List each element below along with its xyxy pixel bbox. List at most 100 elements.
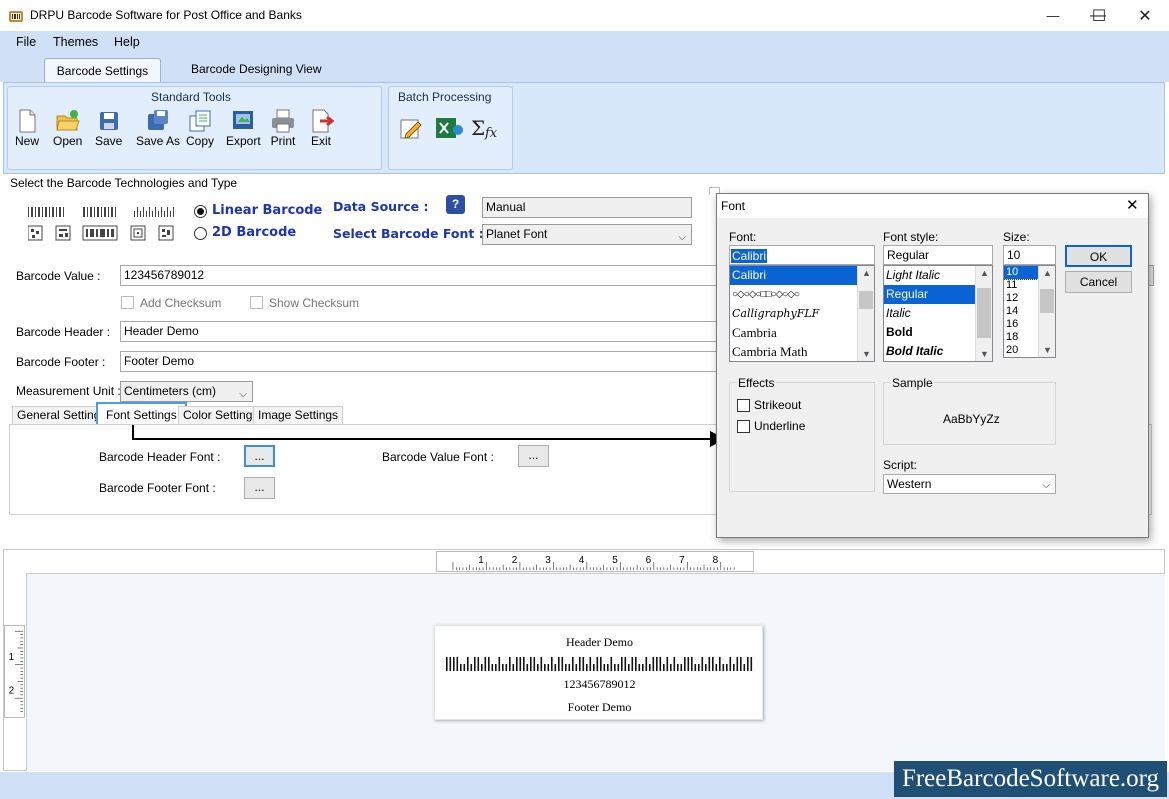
script-label: Script:: [883, 458, 918, 472]
watermark-banner: FreeBarcodeSoftware.org: [894, 761, 1167, 797]
exit-icon: [312, 109, 334, 133]
2d-barcode-radio[interactable]: [194, 227, 207, 240]
ruler-tick-label: 3: [545, 555, 551, 566]
strikeout-checkbox[interactable]: [737, 399, 750, 412]
copy-icon: [189, 110, 211, 132]
list-item[interactable]: 10: [1004, 266, 1039, 280]
measurement-unit-value: Centimeters (cm): [124, 384, 217, 398]
copy-button[interactable]: Copy: [186, 108, 214, 148]
font-style-list[interactable]: Light Italic Regular Italic Bold Bold It…: [883, 265, 993, 362]
print-button[interactable]: Print: [270, 108, 296, 148]
tab-image-settings[interactable]: Image Settings: [253, 406, 344, 425]
save-as-label: Save As: [136, 134, 181, 148]
open-label: Open: [53, 134, 83, 148]
barcode-value-input[interactable]: 123456789012: [120, 265, 720, 286]
batch-processing-title: Batch Processing: [398, 90, 492, 104]
ruler-tick-label: 6: [646, 555, 652, 566]
font-style-label: Font style:: [883, 230, 939, 244]
vertical-ruler: 12: [4, 625, 25, 718]
strikeout-label: Strikeout: [754, 398, 802, 412]
title-bar: DRPU Barcode Software for Post Office an…: [0, 0, 1169, 31]
size-list[interactable]: 10 11 12 14 16 18 20 ▲ ▼: [1003, 265, 1056, 358]
menu-themes[interactable]: Themes: [53, 35, 98, 49]
barcode-footer-input[interactable]: Footer Demo: [120, 351, 720, 372]
linear-barcode-label[interactable]: Linear Barcode: [212, 203, 322, 218]
font-name-value: Calibri: [731, 249, 768, 263]
maximize-button[interactable]: ☐: [1076, 0, 1122, 31]
show-checksum-label: Show Checksum: [269, 296, 360, 310]
exit-label: Exit: [310, 134, 331, 148]
font-list-scrollbar[interactable]: ▲ ▼: [857, 266, 874, 361]
tab-barcode-designing-view[interactable]: Barcode Designing View: [191, 62, 322, 76]
barcode-font-value: Planet Font: [486, 227, 548, 241]
size-list-scrollbar[interactable]: ▲ ▼: [1038, 266, 1055, 357]
2d-barcode-label[interactable]: 2D Barcode: [212, 225, 296, 240]
tab-color-settings[interactable]: Color Settings: [178, 406, 264, 425]
measurement-unit-dropdown[interactable]: Centimeters (cm) ⌵: [120, 381, 253, 402]
excel-icon[interactable]: [434, 115, 464, 141]
underline-checkbox[interactable]: [737, 420, 750, 433]
chevron-down-icon: ⌵: [1042, 480, 1050, 491]
add-checksum-checkbox[interactable]: [121, 296, 134, 309]
list-item[interactable]: Cambria: [730, 323, 874, 342]
script-dropdown[interactable]: Western ⌵: [883, 474, 1056, 494]
barcode-footer-font-button[interactable]: ...: [244, 477, 275, 499]
open-button[interactable]: Open: [53, 108, 82, 148]
maximize-icon: ☐: [1091, 7, 1107, 25]
save-label: Save: [95, 134, 123, 148]
close-icon: ✕: [1138, 7, 1152, 25]
menu-help[interactable]: Help: [114, 35, 140, 49]
barcode-font-dropdown[interactable]: Planet Font ⌵: [482, 224, 692, 245]
preview-footer-text: Footer Demo: [567, 700, 632, 714]
preview-value-text: 123456789012: [563, 677, 636, 691]
list-item[interactable]: Cambria Math: [730, 342, 874, 361]
size-input[interactable]: 10: [1003, 245, 1056, 265]
show-checksum-checkbox[interactable]: [250, 296, 263, 309]
data-source-field[interactable]: Manual: [482, 197, 692, 218]
font-style-input[interactable]: Regular: [883, 245, 993, 265]
tab-barcode-settings[interactable]: Barcode Settings: [44, 58, 161, 83]
barcode-footer-label: Barcode Footer :: [16, 355, 106, 369]
style-list-scrollbar[interactable]: ▲ ▼: [975, 266, 992, 361]
exit-button[interactable]: Exit: [308, 108, 334, 148]
cancel-button[interactable]: Cancel: [1065, 271, 1132, 293]
print-icon: [272, 109, 294, 133]
barcode-header-input[interactable]: Header Demo: [120, 321, 720, 342]
horizontal-ruler: 1 2 3 4 5 6 7 8: [436, 551, 754, 572]
new-button[interactable]: New: [14, 108, 40, 148]
list-item[interactable]: Regular: [884, 285, 975, 304]
font-list[interactable]: Calibri ○◇○◇○□□○◇○◇○ CalligraphyFLF Camb…: [729, 265, 875, 362]
barcode-type-thumbnails: [28, 207, 174, 241]
linear-barcode-radio[interactable]: [194, 205, 207, 218]
font-name-input[interactable]: Calibri: [729, 245, 875, 265]
effects-group: [729, 382, 875, 492]
help-icon[interactable]: ?: [446, 195, 465, 214]
underline-label: Underline: [754, 419, 806, 433]
open-folder-icon: [56, 110, 80, 131]
sample-title: Sample: [891, 376, 934, 390]
barcode-preview-card[interactable]: Header Demo 123456789012 Footer Demo: [434, 625, 763, 720]
font-dialog: Font ✕ Font: Calibri Calibri ○◇○◇○□□○◇○◇…: [716, 193, 1149, 538]
new-file-icon: [19, 109, 36, 133]
ruler-tick-label: 7: [679, 555, 685, 566]
scroll-thumb: [1040, 289, 1054, 313]
edit-batch-icon[interactable]: [398, 115, 424, 141]
chevron-down-icon: ▼: [862, 349, 871, 359]
list-item[interactable]: ○◇○◇○□□○◇○◇○: [730, 285, 874, 304]
list-item[interactable]: Calibri: [730, 266, 857, 285]
save-button[interactable]: Save: [95, 108, 122, 148]
save-as-button[interactable]: Save As: [136, 108, 180, 148]
list-item[interactable]: CalligraphyFLF: [730, 304, 874, 323]
callout-arrow: [132, 425, 726, 447]
close-icon[interactable]: ✕: [1126, 196, 1139, 214]
ok-button[interactable]: OK: [1065, 245, 1132, 267]
formula-icon[interactable]: Σfx: [470, 115, 500, 141]
menu-file[interactable]: File: [16, 35, 36, 49]
scroll-thumb: [859, 291, 873, 309]
chevron-up-icon: ▲: [862, 268, 871, 278]
minimize-button[interactable]: —: [1030, 0, 1076, 31]
export-button[interactable]: Export: [226, 108, 261, 148]
new-label: New: [14, 134, 39, 148]
close-button[interactable]: ✕: [1122, 0, 1168, 31]
minimize-icon: —: [1046, 8, 1060, 23]
